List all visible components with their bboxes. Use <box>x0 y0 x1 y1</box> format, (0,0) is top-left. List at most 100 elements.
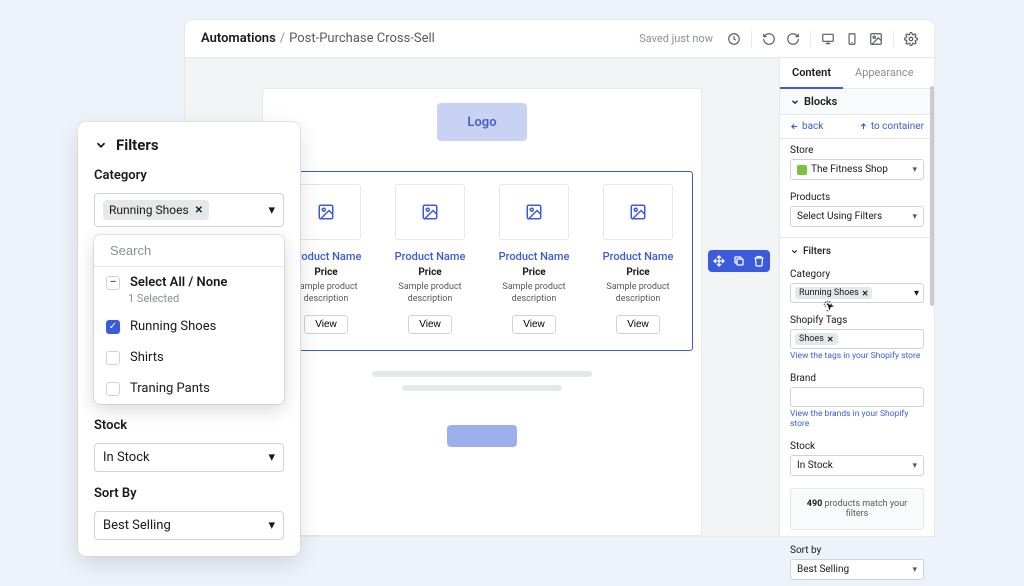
brand-label: Brand <box>790 373 924 384</box>
chevron-down-icon <box>790 97 800 107</box>
view-button[interactable]: View <box>408 315 452 334</box>
filters-header[interactable]: Filters <box>780 237 934 263</box>
product-name: Product Name <box>291 250 362 263</box>
chevron-down-icon: ▾ <box>912 165 917 175</box>
block-toolbar <box>708 250 770 272</box>
popover-title: Filters <box>116 136 159 154</box>
blocks-header[interactable]: Blocks <box>780 89 934 115</box>
selected-count: 1 Selected <box>94 292 284 305</box>
block-nav: back to container <box>780 115 934 139</box>
move-icon[interactable] <box>711 253 727 269</box>
stock-select[interactable]: In Stock ▾ <box>94 443 284 472</box>
mobile-preview-icon[interactable] <box>845 32 859 46</box>
breadcrumb-root[interactable]: Automations <box>201 31 276 46</box>
product-price: Price <box>522 267 545 278</box>
history-icon[interactable] <box>727 32 741 46</box>
view-button[interactable]: View <box>616 315 660 334</box>
undo-icon[interactable] <box>762 32 776 46</box>
product-price: Price <box>418 267 441 278</box>
product-card: Product Name Price Sample product descri… <box>488 184 580 334</box>
remove-chip-icon[interactable]: ✕ <box>827 335 834 344</box>
brand-input[interactable] <box>790 387 924 407</box>
option-training-pants[interactable]: Traning Pants <box>94 373 284 404</box>
chevron-down-icon: ▾ <box>268 450 275 465</box>
chevron-down-icon: ▾ <box>268 203 275 218</box>
category-dropdown: – Select All / None 1 Selected ✓ Running… <box>94 235 284 404</box>
product-name: Product Name <box>499 250 570 263</box>
chevron-down-icon: ▾ <box>912 212 917 222</box>
search-input[interactable] <box>110 243 284 258</box>
chevron-down-icon: ▾ <box>912 565 917 575</box>
nav-to-container[interactable]: to container <box>859 121 924 132</box>
remove-chip-icon[interactable]: ✕ <box>195 205 203 216</box>
store-select[interactable]: The Fitness Shop ▾ <box>790 159 924 180</box>
checkbox-checked-icon: ✓ <box>106 320 120 334</box>
logo-placeholder[interactable]: Logo <box>437 103 527 141</box>
email-preview: Logo Product Name Price Sample product d… <box>262 88 702 536</box>
stock-label: Stock <box>790 441 924 452</box>
view-button[interactable]: View <box>512 315 556 334</box>
breadcrumb-leaf: Post-Purchase Cross-Sell <box>289 31 435 46</box>
cta-placeholder[interactable] <box>447 425 517 447</box>
topbar-actions: Saved just now <box>639 31 918 47</box>
store-label: Store <box>790 145 924 156</box>
skeleton-line <box>402 385 562 391</box>
products-block[interactable]: Product Name Price Sample product descri… <box>271 171 693 351</box>
right-panel: Content Appearance Blocks back to contai… <box>779 58 934 536</box>
stock-label: Stock <box>94 418 284 433</box>
topbar: Automations / Post-Purchase Cross-Sell S… <box>185 20 934 58</box>
field-stock: Stock In Stock ▾ <box>780 435 934 482</box>
brand-help-link[interactable]: View the brands in your Shopify store <box>790 409 924 429</box>
tag-chip[interactable]: Shoes✕ <box>795 333 838 345</box>
category-input[interactable]: Running Shoes✕ ▾ <box>790 283 924 303</box>
dropdown-search[interactable] <box>94 235 284 267</box>
category-chip[interactable]: Running Shoes✕ <box>795 287 872 299</box>
filters-popover: Filters Category Running Shoes✕ ▾ – Sele… <box>78 122 300 556</box>
chevron-down-icon: ▾ <box>912 461 917 471</box>
category-label: Category <box>94 168 284 183</box>
breadcrumb: Automations / Post-Purchase Cross-Sell <box>201 31 435 46</box>
product-card: Product Name Price Sample product descri… <box>384 184 476 334</box>
image-icon[interactable] <box>869 32 883 46</box>
stock-select[interactable]: In Stock ▾ <box>790 455 924 476</box>
product-description: Sample product description <box>384 282 476 305</box>
field-store: Store The Fitness Shop ▾ <box>780 139 934 186</box>
option-shirts[interactable]: Shirts <box>94 342 284 373</box>
store-icon <box>797 165 807 175</box>
product-card: Product Name Price Sample product descri… <box>592 184 684 334</box>
tags-help-link[interactable]: View the tags in your Shopify store <box>790 351 924 361</box>
product-description: Sample product description <box>592 282 684 305</box>
category-select[interactable]: Running Shoes✕ ▾ <box>94 193 284 227</box>
sortby-select[interactable]: Best Selling ▾ <box>790 559 924 580</box>
image-icon <box>395 184 465 240</box>
separator <box>810 31 811 47</box>
scrollbar[interactable] <box>930 86 934 536</box>
product-name: Product Name <box>395 250 466 263</box>
option-running-shoes[interactable]: ✓ Running Shoes <box>94 311 284 342</box>
products-select[interactable]: Select Using Filters ▾ <box>790 206 924 227</box>
tab-content[interactable]: Content <box>780 58 843 89</box>
tab-appearance[interactable]: Appearance <box>843 58 926 88</box>
gear-icon[interactable] <box>904 32 918 46</box>
product-name: Product Name <box>603 250 674 263</box>
saved-indicator: Saved just now <box>639 32 713 45</box>
breadcrumb-separator: / <box>280 31 285 46</box>
cursor-icon <box>822 299 836 313</box>
product-price: Price <box>626 267 649 278</box>
remove-chip-icon[interactable]: ✕ <box>862 289 869 298</box>
image-icon <box>291 184 361 240</box>
category-chip[interactable]: Running Shoes✕ <box>103 200 209 220</box>
duplicate-icon[interactable] <box>731 253 747 269</box>
sortby-label: Sort By <box>94 486 284 501</box>
tags-input[interactable]: Shoes✕ <box>790 329 924 349</box>
separator <box>751 31 752 47</box>
field-sortby: Sort by Best Selling ▾ <box>780 536 934 586</box>
delete-icon[interactable] <box>751 253 767 269</box>
popover-title-row[interactable]: Filters <box>94 136 284 154</box>
product-description: Sample product description <box>488 282 580 305</box>
view-button[interactable]: View <box>304 315 348 334</box>
redo-icon[interactable] <box>786 32 800 46</box>
nav-back[interactable]: back <box>790 121 823 132</box>
match-info: 490 products match your filters <box>790 488 924 530</box>
desktop-preview-icon[interactable] <box>821 32 835 46</box>
